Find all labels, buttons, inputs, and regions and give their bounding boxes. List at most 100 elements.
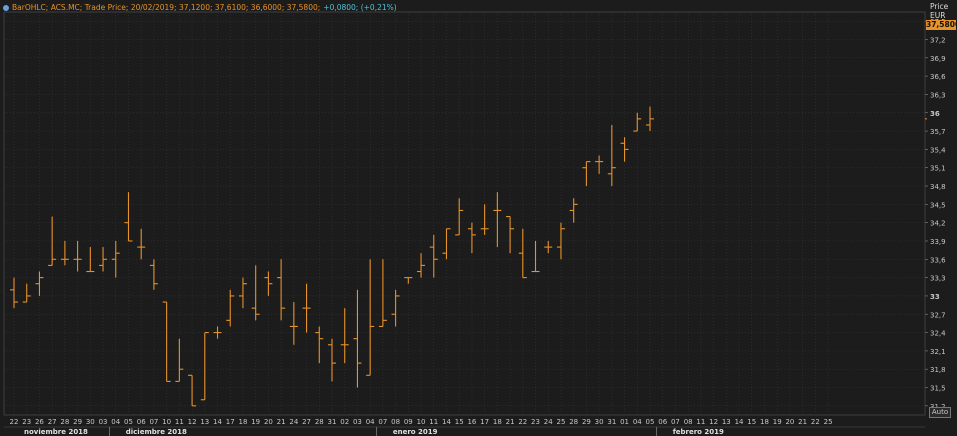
y-tick-label: 36,3 <box>930 91 946 99</box>
x-tick-label: 05 <box>124 418 133 426</box>
x-tick-label: 19 <box>251 418 260 426</box>
y-tick-label: 36,6 <box>930 73 946 81</box>
y-tick-label: 31,8 <box>930 366 946 374</box>
x-tick-label: 14 <box>442 418 451 426</box>
x-tick-label: 22 <box>811 418 820 426</box>
y-tick-label: 35,4 <box>930 146 946 154</box>
y-tick-label: 34,2 <box>930 220 946 228</box>
x-tick-label: 18 <box>493 418 502 426</box>
x-tick-label: 23 <box>22 418 31 426</box>
x-tick-label: 07 <box>149 418 158 426</box>
y-tick-label: 35,1 <box>930 165 946 173</box>
x-tick-label: 11 <box>429 418 438 426</box>
x-tick-label: 25 <box>824 418 833 426</box>
x-tick-label: 10 <box>162 418 171 426</box>
x-tick-label: 29 <box>73 418 82 426</box>
x-tick-label: 31 <box>607 418 616 426</box>
x-tick-label: 14 <box>735 418 744 426</box>
y-tick-label: 32,4 <box>930 330 946 338</box>
x-tick-label: 30 <box>86 418 95 426</box>
auto-scale-button[interactable]: Auto <box>929 407 951 418</box>
x-tick-label: 15 <box>455 418 464 426</box>
x-tick-label: 18 <box>760 418 769 426</box>
x-tick-label: 13 <box>722 418 731 426</box>
last-price-tag: 37,5800 <box>926 20 957 30</box>
x-tick-label: 27 <box>48 418 57 426</box>
x-tick-label: 13 <box>200 418 209 426</box>
x-tick-label: 14 <box>213 418 222 426</box>
y-tick-label: 33,3 <box>930 275 946 283</box>
y-tick-label: 37,2 <box>930 36 946 44</box>
x-tick-label: 20 <box>264 418 273 426</box>
x-tick-label: 30 <box>595 418 604 426</box>
x-tick-label: 06 <box>137 418 146 426</box>
price-axis-title: Price EUR <box>930 2 948 20</box>
x-tick-label: 05 <box>646 418 655 426</box>
y-tick-label: 36,9 <box>930 55 946 63</box>
x-tick-label: 04 <box>633 418 642 426</box>
y-tick-label: 33,6 <box>930 256 946 264</box>
x-tick-label: 03 <box>99 418 108 426</box>
x-tick-label: 01 <box>620 418 629 426</box>
month-label: diciembre 2018 <box>126 428 187 436</box>
header-ohlc-text: BarOHLC; ACS.MC; Trade Price; 20/02/2019… <box>12 3 321 12</box>
chart-window: 31,231,531,832,132,432,73333,333,633,934… <box>0 0 957 436</box>
x-tick-label: 12 <box>188 418 197 426</box>
price-axis-title-line1: Price <box>930 2 949 11</box>
y-tick-label: 31,5 <box>930 385 946 393</box>
x-tick-label: 07 <box>378 418 387 426</box>
ohlc-chart[interactable]: 31,231,531,832,132,432,73333,333,633,934… <box>0 0 957 436</box>
series-dot-icon <box>3 4 9 11</box>
x-tick-label: 10 <box>417 418 426 426</box>
x-tick-label: 27 <box>302 418 311 426</box>
x-tick-label: 26 <box>35 418 44 426</box>
y-tick-label: 34,5 <box>930 201 946 209</box>
x-tick-label: 19 <box>773 418 782 426</box>
x-tick-label: 11 <box>175 418 184 426</box>
x-tick-label: 23 <box>531 418 540 426</box>
x-tick-label: 06 <box>658 418 667 426</box>
x-tick-label: 12 <box>709 418 718 426</box>
x-tick-label: 07 <box>671 418 680 426</box>
x-tick-label: 08 <box>391 418 400 426</box>
x-tick-label: 08 <box>684 418 693 426</box>
x-tick-label: 21 <box>277 418 286 426</box>
x-tick-label: 28 <box>60 418 69 426</box>
x-tick-label: 17 <box>480 418 489 426</box>
x-tick-label: 28 <box>315 418 324 426</box>
header-change-text: +0,0800; (+0,21%) <box>323 3 397 12</box>
y-tick-label: 36 <box>930 110 940 118</box>
month-label: febrero 2019 <box>673 428 724 436</box>
y-tick-label: 33,9 <box>930 238 946 246</box>
x-tick-label: 04 <box>111 418 120 426</box>
y-tick-label: 32,1 <box>930 348 946 356</box>
month-label: enero 2019 <box>393 428 438 436</box>
month-label: noviembre 2018 <box>24 428 88 436</box>
x-tick-label: 18 <box>238 418 247 426</box>
y-tick-label: 34,8 <box>930 183 946 191</box>
x-tick-label: 04 <box>366 418 375 426</box>
x-tick-label: 22 <box>10 418 19 426</box>
x-tick-label: 09 <box>404 418 413 426</box>
x-tick-label: 21 <box>506 418 515 426</box>
x-tick-label: 29 <box>582 418 591 426</box>
plot-area <box>3 11 926 416</box>
price-axis-title-line2: EUR <box>930 11 946 20</box>
x-tick-label: 31 <box>328 418 337 426</box>
chart-header: BarOHLC; ACS.MC; Trade Price; 20/02/2019… <box>3 3 397 12</box>
x-tick-label: 28 <box>569 418 578 426</box>
y-tick-label: 35,7 <box>930 128 946 136</box>
y-tick-label: 32,7 <box>930 311 946 319</box>
x-tick-label: 22 <box>518 418 527 426</box>
x-tick-label: 24 <box>289 418 298 426</box>
x-tick-label: 16 <box>467 418 476 426</box>
x-tick-label: 03 <box>353 418 362 426</box>
x-tick-label: 21 <box>798 418 807 426</box>
x-tick-label: 20 <box>785 418 794 426</box>
x-tick-label: 17 <box>226 418 235 426</box>
x-tick-label: 11 <box>696 418 705 426</box>
x-tick-label: 02 <box>340 418 349 426</box>
x-tick-label: 24 <box>544 418 553 426</box>
x-tick-label: 25 <box>556 418 565 426</box>
x-tick-label: 15 <box>747 418 756 426</box>
